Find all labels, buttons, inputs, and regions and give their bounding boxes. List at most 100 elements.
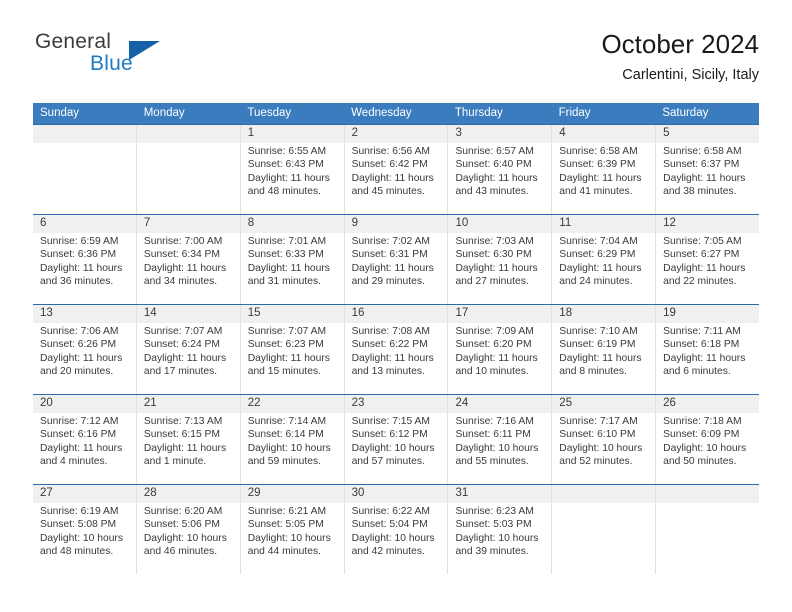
weekday-header-friday: Friday <box>558 107 591 119</box>
sunset-text: Sunset: 6:23 PM <box>247 339 324 351</box>
weekday-header-sunday: Sunday <box>40 107 80 119</box>
day-cell[interactable]: 27 Sunrise: 6:19 AM Sunset: 5:08 PM Dayl… <box>33 485 137 574</box>
day-cell[interactable]: 16 Sunrise: 7:08 AM Sunset: 6:22 PM Dayl… <box>345 305 449 394</box>
day-cell <box>33 125 137 214</box>
daylight-text: Daylight: 10 hours and 46 minutes. <box>143 532 227 558</box>
sunrise-text: Sunrise: 7:06 AM <box>40 326 119 337</box>
day-info: Sunrise: 6:57 AM Sunset: 6:40 PM Dayligh… <box>455 145 545 199</box>
day-cell[interactable]: 21 Sunrise: 7:13 AM Sunset: 6:15 PM Dayl… <box>137 395 241 484</box>
daylight-text: Daylight: 11 hours and 38 minutes. <box>663 172 746 198</box>
sunrise-text: Sunrise: 7:01 AM <box>247 236 327 247</box>
day-cell[interactable]: 23 Sunrise: 7:15 AM Sunset: 6:12 PM Dayl… <box>345 395 449 484</box>
day-cell[interactable]: 7 Sunrise: 7:00 AM Sunset: 6:34 PM Dayli… <box>137 215 241 304</box>
calendar-grid: Sunday Monday Tuesday Wednesday Thursday… <box>33 103 759 574</box>
day-number: 10 <box>455 217 469 229</box>
day-cell[interactable]: 19 Sunrise: 7:11 AM Sunset: 6:18 PM Dayl… <box>656 305 759 394</box>
day-cell[interactable]: 10 Sunrise: 7:03 AM Sunset: 6:30 PM Dayl… <box>448 215 553 304</box>
general-blue-logo[interactable]: General Blue <box>33 28 253 86</box>
sunrise-text: Sunrise: 6:23 AM <box>455 506 534 517</box>
day-info: Sunrise: 7:00 AM Sunset: 6:34 PM Dayligh… <box>144 235 234 289</box>
sunset-text: Sunset: 6:26 PM <box>40 339 117 351</box>
day-number: 15 <box>247 307 261 319</box>
day-cell[interactable]: 5 Sunrise: 6:58 AM Sunset: 6:37 PM Dayli… <box>656 125 759 214</box>
day-info: Sunrise: 6:23 AM Sunset: 5:03 PM Dayligh… <box>455 505 545 559</box>
day-info: Sunrise: 7:04 AM Sunset: 6:29 PM Dayligh… <box>559 235 649 289</box>
sunset-text: Sunset: 6:34 PM <box>143 249 220 261</box>
sunset-text: Sunset: 6:14 PM <box>247 429 324 441</box>
day-cell[interactable]: 12 Sunrise: 7:05 AM Sunset: 6:27 PM Dayl… <box>656 215 759 304</box>
day-cell <box>656 485 759 574</box>
day-number: 18 <box>559 307 573 319</box>
sunset-text: Sunset: 5:05 PM <box>247 519 324 531</box>
day-info: Sunrise: 6:22 AM Sunset: 5:04 PM Dayligh… <box>352 505 442 559</box>
day-cell[interactable]: 18 Sunrise: 7:10 AM Sunset: 6:19 PM Dayl… <box>552 305 657 394</box>
sunrise-text: Sunrise: 6:21 AM <box>247 506 327 517</box>
day-cell[interactable]: 8 Sunrise: 7:01 AM Sunset: 6:33 PM Dayli… <box>241 215 345 304</box>
sunset-text: Sunset: 6:36 PM <box>40 249 117 261</box>
sunset-text: Sunset: 6:29 PM <box>559 249 636 261</box>
day-cell[interactable]: 31 Sunrise: 6:23 AM Sunset: 5:03 PM Dayl… <box>448 485 553 574</box>
sunset-text: Sunset: 6:15 PM <box>143 429 220 441</box>
day-cell[interactable]: 15 Sunrise: 7:07 AM Sunset: 6:23 PM Dayl… <box>241 305 345 394</box>
logo-text-general: General <box>35 30 112 53</box>
day-info: Sunrise: 7:17 AM Sunset: 6:10 PM Dayligh… <box>559 415 649 469</box>
day-cell[interactable]: 11 Sunrise: 7:04 AM Sunset: 6:29 PM Dayl… <box>552 215 657 304</box>
sunrise-text: Sunrise: 6:19 AM <box>40 506 119 517</box>
day-cell[interactable]: 3 Sunrise: 6:57 AM Sunset: 6:40 PM Dayli… <box>448 125 553 214</box>
daylight-text: Daylight: 11 hours and 20 minutes. <box>40 352 123 378</box>
day-number: 25 <box>559 397 573 409</box>
day-number: 4 <box>559 127 566 139</box>
day-cell[interactable]: 13 Sunrise: 7:06 AM Sunset: 6:26 PM Dayl… <box>33 305 137 394</box>
week-row: 1 Sunrise: 6:55 AM Sunset: 6:43 PM Dayli… <box>33 124 759 214</box>
sunrise-text: Sunrise: 7:16 AM <box>455 416 534 427</box>
day-cell <box>137 125 241 214</box>
day-cell[interactable]: 2 Sunrise: 6:56 AM Sunset: 6:42 PM Dayli… <box>345 125 449 214</box>
day-cell[interactable]: 22 Sunrise: 7:14 AM Sunset: 6:14 PM Dayl… <box>241 395 345 484</box>
sunset-text: Sunset: 6:18 PM <box>663 339 740 351</box>
daylight-text: Daylight: 11 hours and 13 minutes. <box>351 352 434 378</box>
day-cell[interactable]: 17 Sunrise: 7:09 AM Sunset: 6:20 PM Dayl… <box>448 305 553 394</box>
daylight-text: Daylight: 10 hours and 44 minutes. <box>247 532 331 558</box>
day-number: 9 <box>351 217 358 229</box>
day-info: Sunrise: 7:03 AM Sunset: 6:30 PM Dayligh… <box>455 235 545 289</box>
sunset-text: Sunset: 6:16 PM <box>40 429 117 441</box>
weekday-header-thursday: Thursday <box>454 107 503 119</box>
sunrise-text: Sunrise: 6:22 AM <box>351 506 430 517</box>
day-cell[interactable]: 1 Sunrise: 6:55 AM Sunset: 6:43 PM Dayli… <box>241 125 345 214</box>
day-number: 14 <box>143 307 157 319</box>
sunset-text: Sunset: 6:24 PM <box>143 339 220 351</box>
sunset-text: Sunset: 5:06 PM <box>143 519 220 531</box>
day-cell[interactable]: 30 Sunrise: 6:22 AM Sunset: 5:04 PM Dayl… <box>345 485 449 574</box>
day-cell[interactable]: 9 Sunrise: 7:02 AM Sunset: 6:31 PM Dayli… <box>345 215 449 304</box>
day-number: 1 <box>247 127 255 139</box>
sunrise-text: Sunrise: 7:00 AM <box>143 236 223 247</box>
daylight-text: Daylight: 10 hours and 57 minutes. <box>351 442 435 468</box>
sunrise-text: Sunrise: 7:05 AM <box>663 236 742 247</box>
sunset-text: Sunset: 6:20 PM <box>455 339 532 351</box>
day-cell[interactable]: 24 Sunrise: 7:16 AM Sunset: 6:11 PM Dayl… <box>448 395 553 484</box>
day-cell[interactable]: 6 Sunrise: 6:59 AM Sunset: 6:36 PM Dayli… <box>33 215 137 304</box>
day-cell[interactable]: 28 Sunrise: 6:20 AM Sunset: 5:06 PM Dayl… <box>137 485 241 574</box>
sunset-text: Sunset: 6:09 PM <box>663 429 740 441</box>
day-number: 2 <box>351 127 358 139</box>
daylight-text: Daylight: 10 hours and 50 minutes. <box>663 442 747 468</box>
sunset-text: Sunset: 6:43 PM <box>247 159 324 171</box>
sunrise-text: Sunrise: 7:08 AM <box>351 326 430 337</box>
day-cell <box>552 485 657 574</box>
daylight-text: Daylight: 11 hours and 36 minutes. <box>40 262 123 288</box>
sunset-text: Sunset: 5:08 PM <box>40 519 117 531</box>
day-cell[interactable]: 25 Sunrise: 7:17 AM Sunset: 6:10 PM Dayl… <box>552 395 657 484</box>
sunrise-text: Sunrise: 7:14 AM <box>247 416 327 427</box>
day-cell[interactable]: 4 Sunrise: 6:58 AM Sunset: 6:39 PM Dayli… <box>552 125 657 214</box>
day-cell[interactable]: 20 Sunrise: 7:12 AM Sunset: 6:16 PM Dayl… <box>33 395 137 484</box>
day-cell[interactable]: 29 Sunrise: 6:21 AM Sunset: 5:05 PM Dayl… <box>241 485 345 574</box>
daylight-text: Daylight: 10 hours and 55 minutes. <box>455 442 539 468</box>
day-cell[interactable]: 14 Sunrise: 7:07 AM Sunset: 6:24 PM Dayl… <box>137 305 241 394</box>
daylight-text: Daylight: 11 hours and 41 minutes. <box>559 172 642 198</box>
sunrise-text: Sunrise: 7:12 AM <box>40 416 119 427</box>
day-cell[interactable]: 26 Sunrise: 7:18 AM Sunset: 6:09 PM Dayl… <box>656 395 759 484</box>
sunrise-text: Sunrise: 7:04 AM <box>559 236 638 247</box>
day-number: 11 <box>559 217 572 229</box>
day-info: Sunrise: 7:07 AM Sunset: 6:24 PM Dayligh… <box>144 325 234 379</box>
day-number: 12 <box>663 217 676 229</box>
